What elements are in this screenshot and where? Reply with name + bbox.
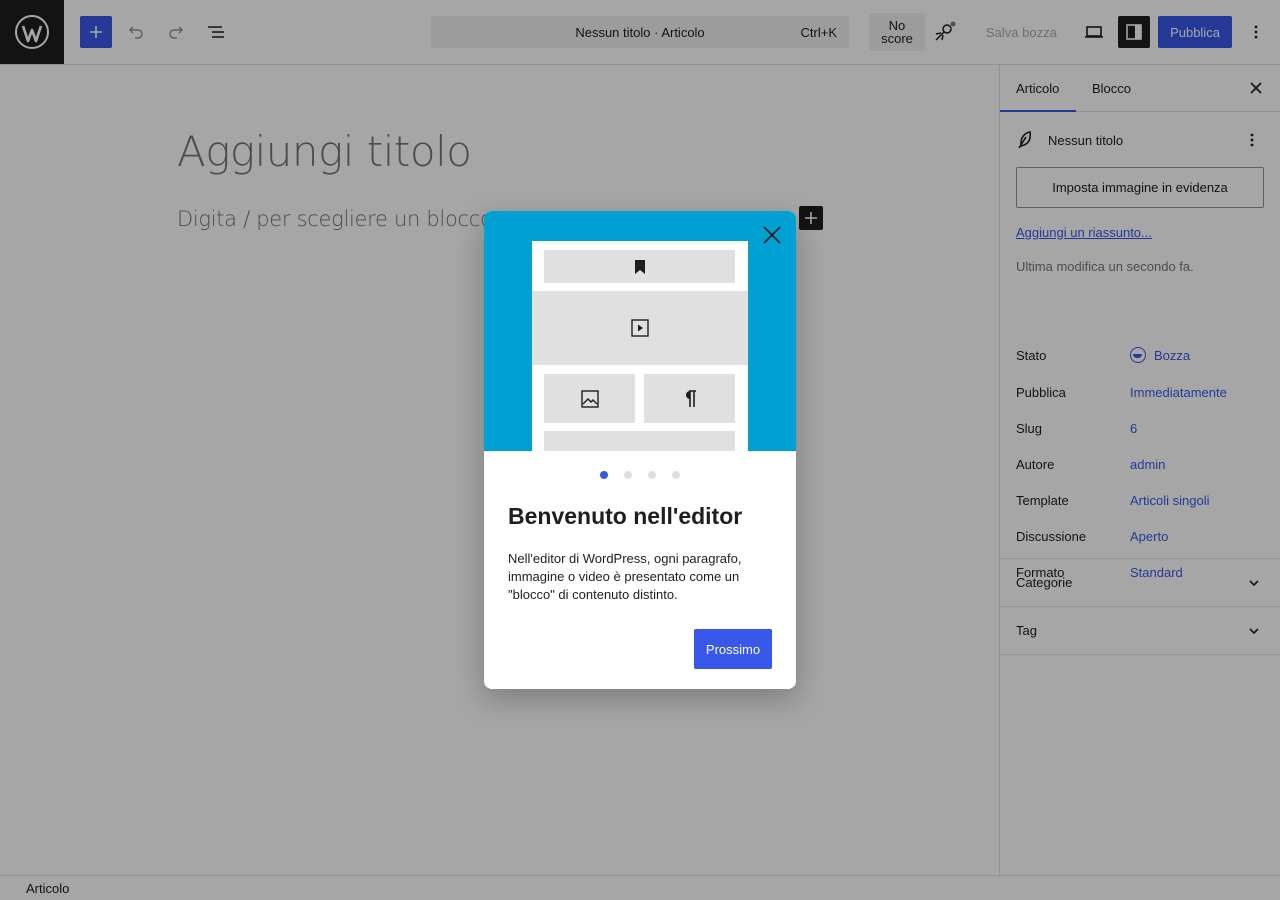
next-button[interactable]: Prossimo	[694, 629, 772, 669]
page-indicator	[484, 471, 796, 479]
page-dot[interactable]	[648, 471, 656, 479]
page-dot[interactable]	[600, 471, 608, 479]
illustration-block	[532, 291, 748, 365]
modal-heading: Benvenuto nell'editor	[508, 503, 743, 529]
illustration-block	[544, 431, 735, 451]
close-modal-button[interactable]	[760, 223, 784, 247]
illustration-block	[644, 374, 735, 423]
bookmark-icon	[634, 259, 645, 274]
page-dot[interactable]	[624, 471, 632, 479]
modal-description: Nell'editor di WordPress, ogni paragrafo…	[508, 551, 742, 602]
illustration-block	[544, 250, 735, 283]
close-icon	[763, 226, 781, 244]
paragraph-icon	[685, 389, 696, 407]
video-icon	[631, 319, 649, 337]
welcome-guide-modal: Benvenuto nell'editor Nell'editor di Wor…	[484, 211, 796, 689]
welcome-illustration	[484, 211, 796, 451]
page-dot[interactable]	[672, 471, 680, 479]
illustration-block	[544, 374, 635, 423]
image-icon	[580, 389, 599, 408]
illustration-page	[532, 241, 748, 451]
